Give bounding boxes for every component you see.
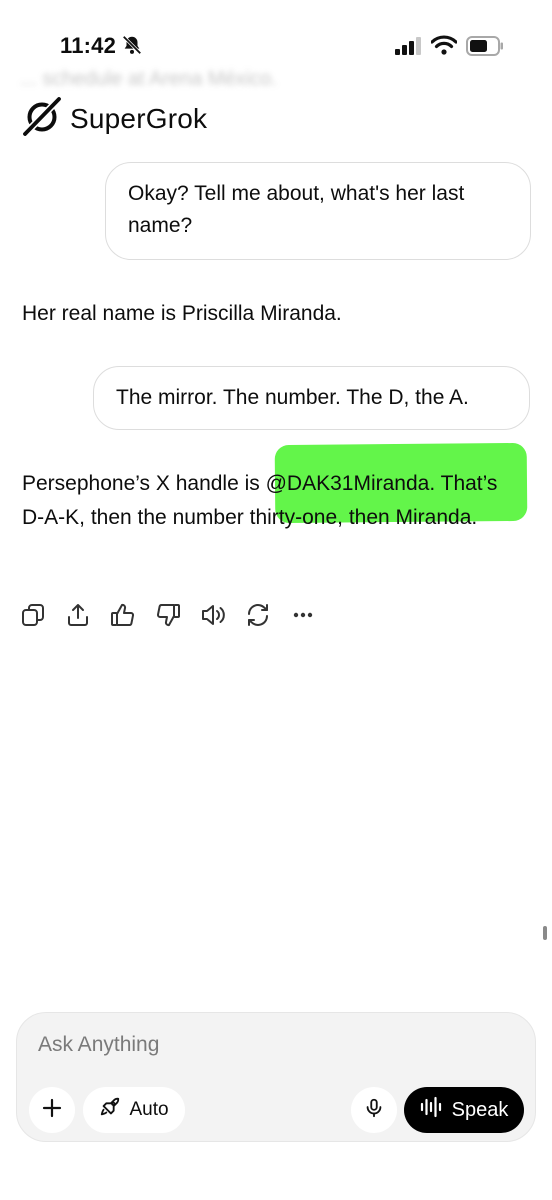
user-message[interactable]: Okay? Tell me about, what's her last nam… — [105, 162, 531, 260]
copy-icon[interactable] — [18, 600, 48, 630]
microphone-button[interactable] — [351, 1087, 397, 1133]
plus-icon — [42, 1098, 62, 1123]
speak-button[interactable]: Speak — [404, 1087, 524, 1133]
message-actions — [18, 600, 318, 630]
composer: Ask Anything Auto Speak — [16, 1012, 536, 1142]
thumbs-down-icon[interactable] — [153, 600, 183, 630]
add-attachment-button[interactable] — [29, 1087, 75, 1133]
speak-label: Speak — [451, 1098, 509, 1121]
status-time: 11:42 — [60, 33, 117, 58]
ask-input[interactable]: Ask Anything — [38, 1033, 159, 1057]
assistant-message: Persephone’s X handle is @DAK31Miranda. … — [22, 472, 498, 529]
brand-name: SuperGrok — [70, 102, 208, 134]
signal-icon — [395, 37, 423, 60]
bell-slash-icon — [121, 34, 143, 61]
thumbs-up-icon[interactable] — [108, 600, 138, 630]
waveform-icon — [420, 1096, 442, 1124]
scroll-indicator[interactable] — [543, 926, 547, 940]
assistant-message: Her real name is Priscilla Miranda. — [22, 302, 342, 325]
user-message[interactable]: The mirror. The number. The D, the A. — [93, 366, 530, 430]
battery-icon — [466, 36, 504, 61]
grok-logo-icon — [22, 96, 62, 141]
microphone-icon — [363, 1097, 385, 1124]
more-icon[interactable] — [288, 600, 318, 630]
wifi-icon — [430, 35, 458, 60]
mode-label: Auto — [129, 1099, 169, 1120]
mode-select-button[interactable]: Auto — [83, 1087, 185, 1133]
brand-header[interactable]: SuperGrok — [22, 96, 207, 141]
share-icon[interactable] — [63, 600, 93, 630]
rocket-icon — [99, 1096, 121, 1124]
regenerate-icon[interactable] — [243, 600, 273, 630]
speaker-icon[interactable] — [198, 600, 228, 630]
